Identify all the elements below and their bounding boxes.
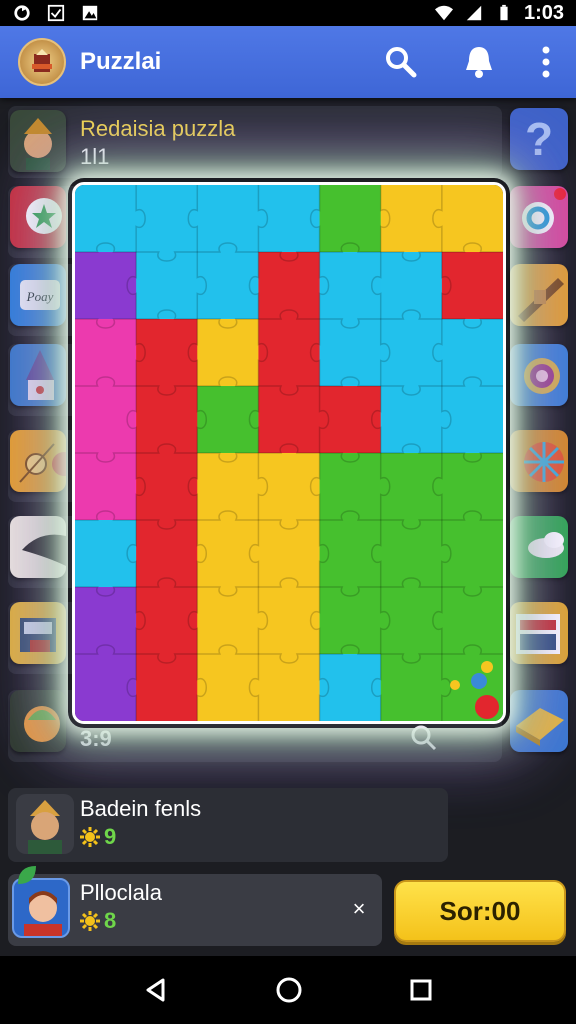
search-icon[interactable] — [384, 45, 418, 79]
puzzle-piece[interactable] — [258, 654, 321, 721]
app-title: Puzzlai — [80, 48, 162, 75]
help-button[interactable]: ? — [510, 108, 568, 170]
thumb-label: Poay — [26, 289, 54, 304]
puzzle-board[interactable] — [72, 182, 506, 724]
battery-icon — [500, 4, 508, 21]
puzzle-thumbnail[interactable] — [10, 430, 76, 492]
player-name: Plloclala — [80, 880, 162, 905]
back-icon[interactable] — [143, 977, 169, 1003]
player-coins: 8 — [80, 908, 116, 934]
home-icon[interactable] — [275, 976, 303, 1004]
more-vert-icon[interactable] — [540, 45, 552, 79]
coin-icon — [80, 827, 100, 847]
featured-score: 1l1 — [80, 144, 110, 169]
puzzle-thumbnail[interactable] — [10, 602, 66, 664]
help-label: ? — [524, 113, 554, 165]
puzzle-thumbnail[interactable] — [10, 110, 66, 172]
friend-avatar — [16, 794, 74, 854]
checkbox-icon — [47, 4, 65, 22]
friend-coins: 9 — [80, 824, 116, 850]
app-bar: Puzzlai — [0, 26, 576, 98]
coin-icon — [80, 911, 100, 931]
status-bar: 1:03 — [0, 0, 576, 26]
zoom-icon[interactable] — [410, 724, 438, 752]
puzzle-thumbnail[interactable]: Poay — [10, 264, 66, 326]
puzzle-thumbnail[interactable] — [10, 344, 66, 406]
score-button[interactable]: Sor:00 — [394, 880, 566, 942]
bottom-score: 3:9 — [80, 726, 112, 751]
player-coin-count: 8 — [104, 908, 117, 933]
status-time: 1:03 — [523, 1, 564, 24]
puzzle-thumbnail[interactable] — [510, 186, 568, 248]
friend-card[interactable] — [8, 788, 448, 862]
puzzle-thumbnail[interactable] — [510, 690, 568, 752]
puzzle-thumbnail[interactable] — [510, 344, 568, 406]
puzzle-thumbnail[interactable] — [10, 186, 66, 248]
navigation-bar — [0, 956, 576, 1024]
signal-icon — [466, 5, 482, 21]
puzzle-thumbnail[interactable] — [10, 690, 66, 752]
puzzle-thumbnail[interactable] — [510, 430, 568, 492]
sync-icon — [14, 5, 30, 21]
featured-title: Redaisia puzzla — [80, 116, 236, 141]
leaf-icon — [18, 866, 36, 884]
recents-icon[interactable] — [409, 978, 433, 1002]
gallery-icon — [82, 5, 98, 21]
wifi-icon — [434, 5, 453, 21]
friend-name: Badein fenls — [80, 796, 202, 821]
app-logo — [18, 38, 66, 86]
puzzle-thumbnail[interactable] — [510, 516, 568, 578]
puzzle-thumbnail[interactable] — [510, 602, 568, 664]
bell-icon[interactable] — [460, 43, 498, 81]
puzzle-thumbnail[interactable] — [10, 516, 66, 578]
puzzle-grid[interactable] — [75, 185, 503, 721]
puzzle-piece[interactable] — [380, 654, 443, 721]
close-button[interactable]: × — [344, 894, 374, 924]
friend-coin-count: 9 — [104, 824, 117, 849]
puzzle-thumbnail[interactable] — [510, 264, 568, 326]
close-icon: × — [352, 896, 366, 921]
puzzle-piece[interactable] — [136, 654, 198, 721]
